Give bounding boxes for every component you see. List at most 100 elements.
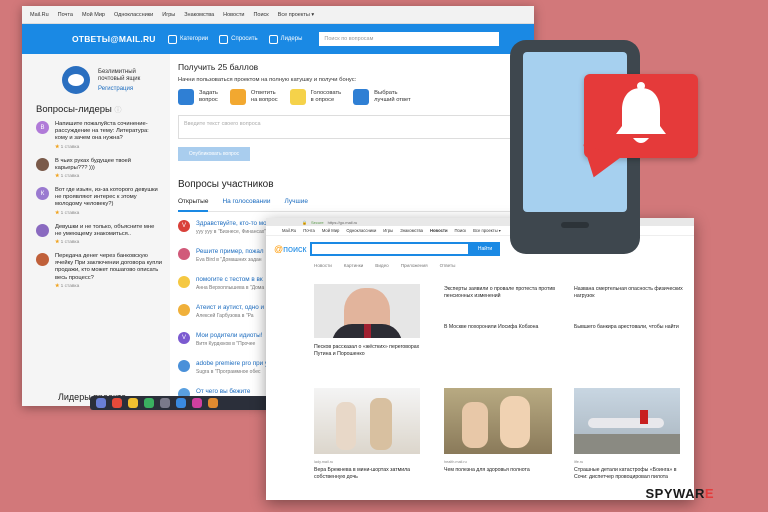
portal-link[interactable]: Игры xyxy=(383,228,393,233)
mailbox-logo-icon xyxy=(62,66,90,94)
pencil-icon xyxy=(219,34,229,44)
phone-home-button xyxy=(561,222,589,228)
app-icon[interactable] xyxy=(192,398,202,408)
leader-question[interactable]: В чьих руках будущее твоей карьеры??? ))… xyxy=(36,157,162,179)
portal-link[interactable]: Почта xyxy=(303,228,315,233)
news-photo-card[interactable] xyxy=(314,388,420,454)
portal-link[interactable]: Почта xyxy=(58,12,73,18)
bonus-panel: Получить 25 баллов Начни пользоваться пр… xyxy=(170,54,534,105)
question-search-input[interactable]: Поиск по вопросам xyxy=(319,32,500,46)
news-photo-card[interactable] xyxy=(574,388,680,454)
news-feature-caption[interactable]: Песков рассказал о «жёстких» переговорах… xyxy=(314,344,424,358)
tab-best[interactable]: Лучшие xyxy=(285,198,308,211)
app-icon[interactable] xyxy=(160,398,170,408)
bell-icon xyxy=(616,82,666,143)
portal-link[interactable]: Знакомства xyxy=(184,12,214,18)
portal-link[interactable]: Одноклассники xyxy=(346,228,376,233)
notification-bubble xyxy=(574,74,698,184)
thumbs-up-icon xyxy=(289,89,306,105)
search-button[interactable]: Найти xyxy=(470,242,500,256)
news-card-caption[interactable]: Вера Брежнева в мини-шортах затмила собс… xyxy=(314,467,422,481)
app-icon[interactable] xyxy=(128,398,138,408)
portal-link[interactable]: Все проекты ▾ xyxy=(473,228,501,233)
search-browser-window: 🔒 Secure https://go.mail.ru Mail.Ru Почт… xyxy=(266,218,694,500)
task-best-answer[interactable]: Выбрать лучший ответ xyxy=(353,89,411,105)
mailbox-promo: Безлимитный почтовый ящик Регистрация xyxy=(62,64,162,96)
answer-icon xyxy=(229,89,246,105)
promo-line1: Безлимитный xyxy=(98,68,136,75)
search-logo[interactable]: @поиск xyxy=(274,244,310,254)
leader-question[interactable]: Девушки и не только, объясните мне не ум… xyxy=(36,223,162,245)
portal-link[interactable]: Поиск xyxy=(253,12,268,18)
portal-link[interactable]: Новости xyxy=(430,228,448,233)
macos-dock xyxy=(90,396,290,410)
news-headline[interactable]: В Москве похоронили Иосифа Кобзона xyxy=(444,324,562,331)
tab-news[interactable]: Новости xyxy=(314,263,332,268)
app-icon[interactable] xyxy=(176,398,186,408)
register-link[interactable]: Регистрация xyxy=(98,86,140,92)
news-source: lady.mail.ru xyxy=(314,460,334,464)
tab-apps[interactable]: Приложения xyxy=(401,263,428,268)
portal-link[interactable]: Mail.Ru xyxy=(30,12,49,18)
leader-question[interactable]: Передача денег через банковскую ячейку П… xyxy=(36,253,162,289)
portal-link[interactable]: Все проекты ▾ xyxy=(278,12,314,18)
publish-button[interactable]: Опубликовать вопрос xyxy=(178,147,250,161)
avatar xyxy=(36,223,49,237)
tab-video[interactable]: Видео xyxy=(375,263,388,268)
tab-open[interactable]: Открытые xyxy=(178,198,209,212)
leader-question[interactable]: К Вот где изьян, из-за которого девушки … xyxy=(36,187,162,216)
categories-button[interactable]: Категории xyxy=(168,34,208,44)
portal-link[interactable]: Mail.Ru xyxy=(282,228,296,233)
news-card-caption[interactable]: Чем полезна для здоровья полнота xyxy=(444,467,562,474)
tab-images[interactable]: Картинки xyxy=(344,263,363,268)
news-headline[interactable]: Бывшего банкира арестовали, чтобы найти xyxy=(574,324,692,331)
promo-line2: почтовый ящик xyxy=(98,75,141,82)
portal-link[interactable]: Знакомства xyxy=(400,228,423,233)
news-card-caption[interactable]: Страшные детали катастрофы «Боинга» в Со… xyxy=(574,467,686,481)
avatar xyxy=(178,276,190,288)
url-text[interactable]: https://go.mail.ru xyxy=(328,220,358,225)
leader-question[interactable]: В Напишите пожалуйста сочинение-рассужде… xyxy=(36,121,162,150)
help-icon: ⓘ xyxy=(114,107,122,114)
ask-button[interactable]: Спросить xyxy=(219,34,258,44)
portal-link[interactable]: Одноклассники xyxy=(114,12,153,18)
tab-answers[interactable]: Ответы xyxy=(440,263,456,268)
leaders-button[interactable]: Лидеры xyxy=(268,34,302,44)
left-sidebar: Безлимитный почтовый ящик Регистрация Во… xyxy=(22,54,170,406)
lock-icon: 🔒 xyxy=(302,219,307,225)
avatar xyxy=(36,157,49,171)
portal-link[interactable]: Поиск xyxy=(455,228,467,233)
tab-voting[interactable]: На голосовании xyxy=(222,198,270,211)
portal-link[interactable]: Новости xyxy=(223,12,244,18)
news-photo-card[interactable] xyxy=(444,388,552,454)
portal-link[interactable]: Мой Мир xyxy=(82,12,105,18)
news-photo-peskov[interactable] xyxy=(314,284,420,338)
news-headline[interactable]: Названа смертельная опасность физических… xyxy=(574,286,692,300)
search-input[interactable] xyxy=(310,242,470,256)
question-text-input[interactable]: Введите текст своего вопроса xyxy=(178,115,526,139)
secure-label: Secure xyxy=(310,219,324,225)
portal-link[interactable]: Игры xyxy=(162,12,175,18)
news-headline[interactable]: Эксперты заявили о провале протеста прот… xyxy=(444,286,562,300)
news-source: life.ru xyxy=(574,460,584,464)
app-icon[interactable] xyxy=(112,398,122,408)
task-ask[interactable]: Задать вопрос xyxy=(178,89,218,105)
watermark-logo: 2SPYWARE xyxy=(640,486,715,501)
avatar xyxy=(178,304,190,316)
portal-navbar: Mail.Ru Почта Мой Мир Одноклассники Игры… xyxy=(22,6,534,24)
grid-icon xyxy=(168,34,177,44)
leaders-title: Вопросы-лидеры ⓘ xyxy=(36,104,122,115)
avatar xyxy=(178,248,190,260)
task-answer[interactable]: Ответить на вопрос xyxy=(229,89,278,105)
app-icon[interactable] xyxy=(208,398,218,408)
avatar: V xyxy=(178,332,190,344)
search-tabs: Новости Картинки Видео Приложения Ответы xyxy=(266,256,694,268)
check-icon xyxy=(353,89,370,105)
chart-icon xyxy=(268,34,278,44)
task-vote[interactable]: Голосовать в опросе xyxy=(289,89,341,105)
avatar xyxy=(36,253,49,267)
portal-link[interactable]: Мой Мир xyxy=(322,228,340,233)
answers-logo[interactable]: ОТВЕТЫ@MAIL.RU xyxy=(72,34,168,44)
app-icon[interactable] xyxy=(96,398,106,408)
app-icon[interactable] xyxy=(144,398,154,408)
